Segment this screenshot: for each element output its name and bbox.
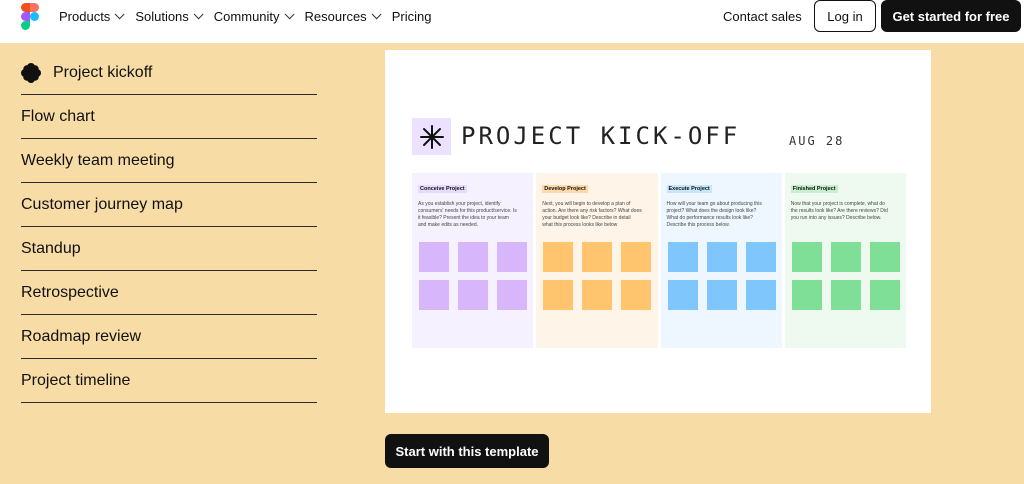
sticky-note xyxy=(667,242,698,272)
sticky-note xyxy=(706,280,737,310)
preview-date: AUG 28 xyxy=(789,134,845,148)
sticky-note xyxy=(745,242,776,272)
sticky-note xyxy=(497,280,527,310)
column-tag: Develop Project xyxy=(542,185,588,193)
preview-title: PROJECT KICK-OFF xyxy=(461,122,741,150)
sticky-note xyxy=(667,280,698,310)
sparkle-icon xyxy=(412,118,451,155)
template-list: Project kickoff Flow chart Weekly team m… xyxy=(21,51,317,403)
sticky-notes xyxy=(667,242,776,310)
sticky-note xyxy=(869,280,900,310)
sticky-note xyxy=(419,242,449,272)
template-item-customer-journey-map[interactable]: Customer journey map xyxy=(21,183,317,227)
sticky-note xyxy=(458,280,488,310)
get-started-button[interactable]: Get started for free xyxy=(881,0,1021,32)
flower-icon xyxy=(21,62,41,83)
template-label: Flow chart xyxy=(21,107,95,125)
template-item-weekly-team-meeting[interactable]: Weekly team meeting xyxy=(21,139,317,183)
template-item-roadmap-review[interactable]: Roadmap review xyxy=(21,315,317,359)
column-text: Now that your project is complete, what … xyxy=(790,201,888,221)
sticky-note xyxy=(830,280,861,310)
sticky-note xyxy=(621,280,652,310)
preview-column: Conceive Project As you establish your p… xyxy=(412,173,534,348)
sticky-note xyxy=(791,242,822,272)
template-preview: PROJECT KICK-OFF AUG 28 Conceive Project… xyxy=(385,50,931,413)
column-tag: Conceive Project xyxy=(418,185,467,193)
template-label: Project timeline xyxy=(21,371,131,389)
figma-logo-icon[interactable] xyxy=(21,3,39,30)
chevron-down-icon xyxy=(284,8,295,19)
start-template-button[interactable]: Start with this template xyxy=(385,434,549,468)
preview-column: Execute Project How will your team go ab… xyxy=(660,173,782,348)
nav-pricing[interactable]: Pricing xyxy=(392,9,432,24)
preview-column: Finished Project Now that your project i… xyxy=(784,173,906,348)
template-label: Roadmap review xyxy=(21,327,142,345)
nav-community[interactable]: Community xyxy=(214,8,295,24)
sticky-note xyxy=(621,242,652,272)
column-text: How will your team go about producing th… xyxy=(666,201,762,228)
nav-links: Products Solutions Community Resources P… xyxy=(59,0,445,32)
login-button[interactable]: Log in xyxy=(814,0,876,32)
column-text: Next, you will begin to develop a plan o… xyxy=(542,201,642,228)
sticky-note xyxy=(791,280,822,310)
sticky-note xyxy=(745,280,776,310)
nav-resources[interactable]: Resources xyxy=(305,8,382,24)
sticky-note xyxy=(458,242,488,272)
template-label: Retrospective xyxy=(21,283,119,301)
template-label: Customer journey map xyxy=(21,195,183,213)
chevron-down-icon xyxy=(114,8,125,19)
sticky-notes xyxy=(419,242,527,310)
contact-sales-link[interactable]: Contact sales xyxy=(723,9,802,24)
chevron-down-icon xyxy=(193,8,204,19)
sticky-notes xyxy=(543,242,652,310)
sticky-note xyxy=(419,280,449,310)
nav-solutions[interactable]: Solutions xyxy=(135,9,204,24)
template-item-project-kickoff[interactable]: Project kickoff xyxy=(21,51,317,95)
template-label: Weekly team meeting xyxy=(21,151,175,169)
column-tag: Execute Project xyxy=(666,185,712,193)
chevron-down-icon xyxy=(371,8,382,19)
sticky-notes xyxy=(791,242,900,310)
template-label: Project kickoff xyxy=(53,63,153,81)
template-label: Standup xyxy=(21,239,81,257)
sticky-note xyxy=(706,242,737,272)
sticky-note xyxy=(869,242,900,272)
sticky-note xyxy=(830,242,861,272)
sticky-note xyxy=(543,242,574,272)
preview-columns: Conceive Project As you establish your p… xyxy=(412,173,906,348)
sticky-note xyxy=(543,280,574,310)
nav-products[interactable]: Products xyxy=(59,9,125,24)
sticky-note xyxy=(582,242,613,272)
column-tag: Finished Project xyxy=(790,185,838,193)
template-item-retrospective[interactable]: Retrospective xyxy=(21,271,317,315)
top-nav: Products Solutions Community Resources P… xyxy=(0,0,1024,43)
column-text: As you establish your project, identify … xyxy=(418,201,517,228)
template-item-flow-chart[interactable]: Flow chart xyxy=(21,95,317,139)
sticky-note xyxy=(582,280,613,310)
template-item-project-timeline[interactable]: Project timeline xyxy=(21,359,317,403)
sticky-note xyxy=(497,242,527,272)
preview-column: Develop Project Next, you will begin to … xyxy=(536,173,658,348)
template-item-standup[interactable]: Standup xyxy=(21,227,317,271)
